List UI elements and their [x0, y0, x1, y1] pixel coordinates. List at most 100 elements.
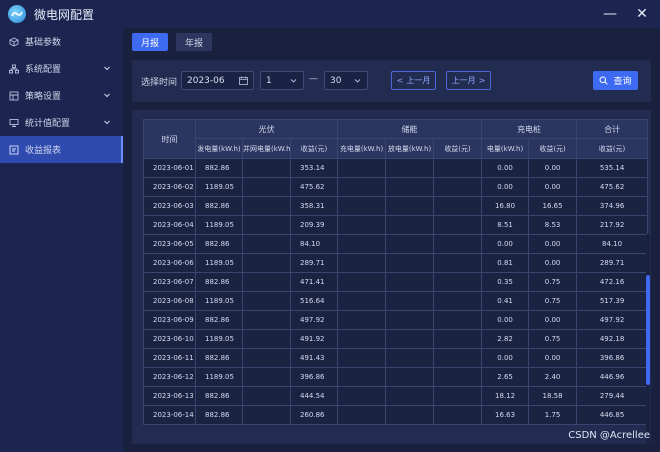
table-cell: 0.00 — [528, 253, 578, 273]
report-icon — [9, 145, 19, 155]
range-dash: — — [309, 74, 318, 84]
sidebar-item-revenue-report[interactable]: 收益报表 — [0, 136, 123, 163]
table-row[interactable]: 2023-06-11 882.86 491.43 0.00 0.00 396.86 — [143, 348, 649, 368]
table-cell — [433, 310, 483, 330]
table-cell: 0.00 — [528, 234, 578, 254]
table-cell: 2023-06-04 — [143, 215, 196, 235]
table-cell: 517.39 — [576, 291, 649, 311]
table-cell — [242, 386, 291, 406]
end-day-select[interactable]: 30 — [324, 71, 368, 90]
table-row[interactable]: 2023-06-09 882.86 497.92 0.00 0.00 497.92 — [143, 310, 649, 330]
table-cell: 289.71 — [576, 253, 649, 273]
table-cell: 516.64 — [289, 291, 339, 311]
month-value: 2023-06 — [187, 75, 225, 86]
table-cell: 2.82 — [481, 329, 530, 349]
close-button[interactable]: ✕ — [628, 0, 656, 28]
table-cell: 1189.05 — [195, 291, 243, 311]
table-cell: 2.65 — [481, 367, 530, 387]
table-cell — [385, 177, 435, 197]
table-row[interactable]: 2023-06-05 882.86 84.10 0.00 0.00 84.10 — [143, 234, 649, 254]
chevron-left-icon: < — [396, 76, 404, 85]
table-row[interactable]: 2023-06-01 882.86 353.14 0.00 0.00 535.14 — [143, 158, 649, 178]
table-cell: 0.75 — [528, 291, 578, 311]
column-header: 收益(元) — [576, 138, 649, 159]
table-cell: 446.85 — [576, 405, 649, 425]
table-row[interactable]: 2023-06-08 1189.05 516.64 0.41 0.75 517.39 — [143, 291, 649, 311]
table-row[interactable]: 2023-06-03 882.86 358.31 16.80 16.65 374.96 — [143, 196, 649, 216]
table-cell: 0.00 — [481, 158, 530, 178]
table-cell — [337, 386, 387, 406]
start-day-select[interactable]: 1 — [260, 71, 304, 90]
table-cell: 1189.05 — [195, 253, 243, 273]
query-button[interactable]: 查询 — [593, 71, 638, 90]
table-cell: 2023-06-12 — [143, 367, 196, 387]
table-cell: 0.00 — [481, 310, 530, 330]
table-cell — [337, 367, 387, 387]
table-cell: 16.80 — [481, 196, 530, 216]
table-row[interactable]: 2023-06-06 1189.05 289.71 0.81 0.00 289.71 — [143, 253, 649, 273]
table-row[interactable]: 2023-06-10 1189.05 491.92 2.82 0.75 492.18 — [143, 329, 649, 349]
table-cell: 16.63 — [481, 405, 530, 425]
table-cell: 2023-06-10 — [143, 329, 196, 349]
table-cell — [242, 177, 291, 197]
table-cell: 353.14 — [289, 158, 339, 178]
shield-icon — [9, 118, 19, 128]
sidebar-item-basic-params[interactable]: 基础参数 — [0, 28, 123, 55]
calendar-icon — [239, 76, 248, 85]
table-cell: 2.40 — [528, 367, 578, 387]
next-month-label: 上一月 — [451, 76, 476, 85]
scrollbar-thumb[interactable] — [646, 275, 650, 385]
table-cell — [433, 253, 483, 273]
prev-month-label: 上一月 — [406, 76, 431, 85]
table-cell — [433, 367, 483, 387]
table-cell: 492.18 — [576, 329, 649, 349]
table-cell: 2023-06-02 — [143, 177, 196, 197]
table-cell: 396.86 — [576, 348, 649, 368]
query-label: 查询 — [613, 77, 632, 87]
prev-month-button[interactable]: < 上一月 — [391, 71, 436, 90]
table-cell — [337, 196, 387, 216]
sidebar-item-label: 统计值配置 — [25, 119, 71, 129]
table-cell — [385, 386, 435, 406]
table-cell — [242, 291, 291, 311]
sidebar-item-system-config[interactable]: 系统配置 — [0, 55, 123, 82]
sidebar-item-statistics[interactable]: 统计值配置 — [0, 109, 123, 136]
table-row[interactable]: 2023-06-07 882.86 471.41 0.35 0.75 472.16 — [143, 272, 649, 292]
cube-icon — [9, 36, 19, 47]
table-cell — [242, 367, 291, 387]
minimize-button[interactable]: — — [596, 0, 624, 28]
tab-monthly[interactable]: 月报 — [132, 33, 168, 51]
table-row[interactable]: 2023-06-14 882.86 260.86 16.63 1.75 446.85 — [143, 405, 649, 425]
table-cell: 2023-06-09 — [143, 310, 196, 330]
table-cell — [242, 158, 291, 178]
table-row[interactable]: 2023-06-02 1189.05 475.62 0.00 0.00 475.62 — [143, 177, 649, 197]
table-cell — [337, 272, 387, 292]
table-cell: 84.10 — [576, 234, 649, 254]
sidebar-item-label: 策略设置 — [25, 92, 62, 102]
column-header: 放电量(kW.h) — [385, 138, 435, 159]
group-header-charging: 充电桩 — [481, 119, 578, 139]
column-header: 收益(元) — [528, 138, 578, 159]
table-cell: 0.75 — [528, 272, 578, 292]
table-cell — [385, 234, 435, 254]
table-cell — [385, 215, 435, 235]
tab-yearly[interactable]: 年报 — [176, 33, 212, 51]
month-picker[interactable]: 2023-06 — [181, 71, 254, 90]
table-row[interactable]: 2023-06-13 882.86 444.54 18.12 18.58 279.44 — [143, 386, 649, 406]
sidebar-item-strategy[interactable]: 策略设置 — [0, 82, 123, 109]
table-cell — [337, 177, 387, 197]
table-cell: 0.00 — [528, 158, 578, 178]
table-cell — [242, 234, 291, 254]
table-cell: 2023-06-01 — [143, 158, 196, 178]
table-cell — [337, 329, 387, 349]
end-day-value: 30 — [330, 75, 342, 86]
table-cell — [337, 215, 387, 235]
column-header: 发电量(kW.h) — [195, 138, 243, 159]
table-cell — [337, 158, 387, 178]
table-row[interactable]: 2023-06-04 1189.05 209.39 8.51 8.53 217.92 — [143, 215, 649, 235]
table-cell — [337, 405, 387, 425]
table-row[interactable]: 2023-06-12 1189.05 396.86 2.65 2.40 446.96 — [143, 367, 649, 387]
chevron-down-icon — [104, 120, 110, 125]
time-label: 选择时间 — [141, 78, 178, 88]
next-month-button[interactable]: 上一月 > — [446, 71, 491, 90]
